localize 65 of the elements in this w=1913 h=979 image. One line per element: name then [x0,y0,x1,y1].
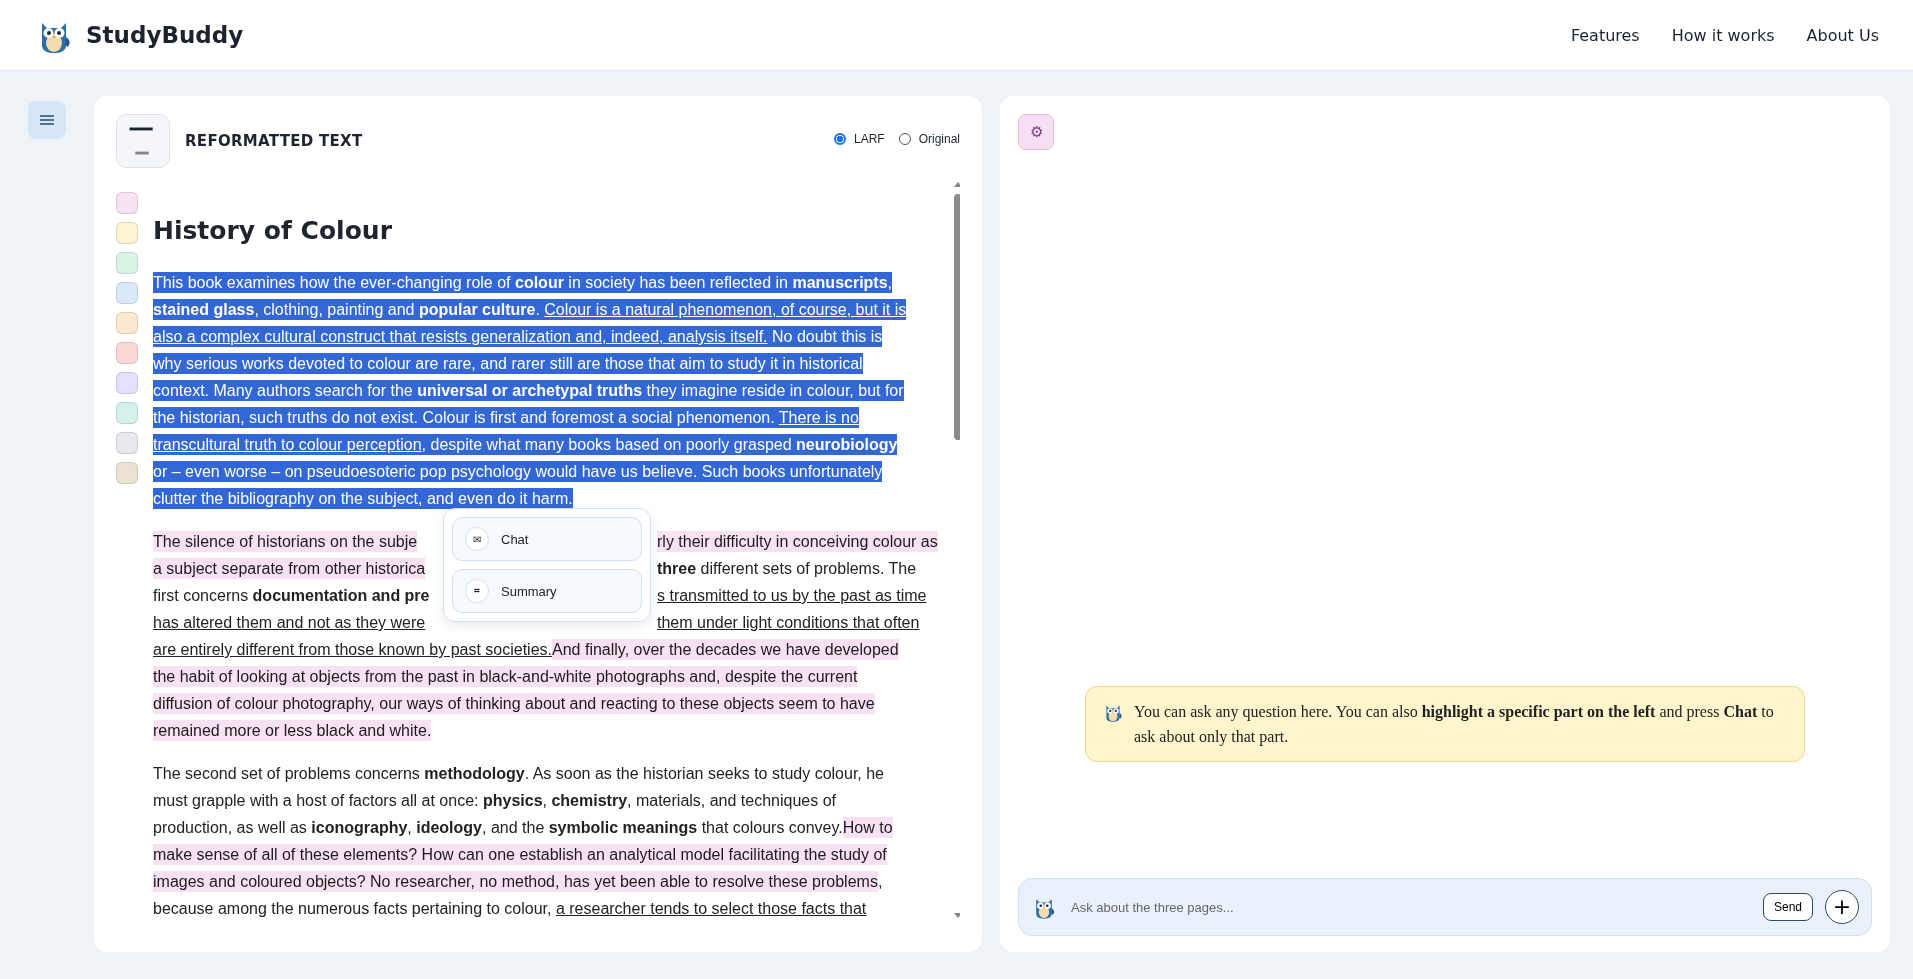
document-heading: History of Colour [153,216,393,245]
passage-text: The second set of problems concerns methodology. As soon as the historian seeks to study colour, he [153,764,884,784]
nav-link[interactable]: Features [1570,25,1640,45]
menu-button[interactable] [28,101,66,139]
nav-link[interactable]: About Us [1806,25,1879,45]
passage-text: The silence of historians on the subje [153,531,418,552]
highlight-swatch[interactable] [116,222,138,244]
passage-text: There is no [778,407,859,428]
passage-text: remained more or less black and white. [153,720,432,741]
passage-text: make sense of all of these elements? How can one establish an analytical model facilitating the study of [153,844,887,865]
panel-title: REFORMATTED TEXT [185,132,363,150]
add-button[interactable]: + [1825,890,1859,924]
highlight-swatch[interactable] [116,372,138,394]
passage-text: has altered them and not as they were [153,613,426,633]
document-icon [116,114,170,168]
nav-link[interactable]: How it works [1671,25,1775,45]
highlight-swatch[interactable] [116,252,138,274]
menu-icon [40,115,54,125]
passage-text: And finally, over the decades we have developed [552,639,899,660]
passage-text: them under light conditions that often [657,613,920,633]
passage-text: also a complex cultural construct that resists generalization and, indeed, analysis itself. [153,326,768,347]
passage-text: diffusion of colour photography, our ways of thinking about and reacting to these objects seem to have [153,693,875,714]
passage-text: the habit of looking at objects from the past in black-and-white photographs and, despite the current [153,666,858,687]
passage-text: This book examines how the ever-changing role of colour in society has been reflected in manuscripts, [153,272,893,293]
highlight-swatch[interactable] [116,282,138,304]
passage-text: because among the numerous facts pertaining to colour, [153,899,553,919]
passage-text: Colour is a natural phenomenon, of course, but it is [544,299,907,320]
passage-text: why serious works devoted to colour are rare, and rarer still are those that aim to study it in historical [153,353,863,374]
passage-text: images and coloured objects? No researcher, no method, has yet been able to resolve these problems [153,871,878,892]
highlight-swatch[interactable] [116,312,138,334]
passage-text: , [877,872,883,892]
passage-text: No doubt this is [767,326,883,347]
passage-text: production, as well as iconography, ideology, and the symbolic meanings that colours convey. [153,818,843,838]
passage-text: must grapple with a host of factors all at once: physics, chemistry, materials, and techniques of [153,791,837,811]
passage-text: rly their difficulty in conceiving colour as [657,531,938,552]
passage-text: clutter the bibliography on the subject, and even do it harm. [153,488,573,509]
passage-text: transcultural truth to colour perception [153,434,422,455]
passage-text: three different sets of problems. The [657,559,917,579]
passage-text: a researcher tends to select those facts that [555,899,867,919]
passage-text: are entirely different from those known by past societies. [153,640,552,660]
passage-text: first concerns documentation and pre [153,586,430,606]
chat-input-bar[interactable]: Ask about the three pages... Send + [1018,878,1872,936]
action-icon: ⌗ [465,579,489,603]
tip-text: You can ask any question here. You can also highlight a specific part on the left and press Chat to ask about only that part. [1134,702,1775,748]
action-icon: ✉ [465,527,489,551]
menu-action[interactable]: ✉ Chat [452,517,642,561]
highlight-swatch[interactable] [116,342,138,364]
highlight-swatch[interactable] [116,462,138,484]
passage-text: or – even worse – on pseudoesoteric pop psychology would have us believe. Such books unfortunately [153,461,883,482]
passage-text: a subject separate from other historica [153,558,426,579]
mode-radio[interactable]: Original [898,132,960,146]
mode-radio[interactable]: LARF [833,132,885,146]
highlight-swatch[interactable] [116,192,138,214]
menu-action[interactable]: ⌗ Summary [452,569,642,613]
passage-text: context. Many authors search for the universal or archetypal truths they imagine reside in colour, but for [153,380,904,401]
highlight-swatch[interactable] [116,402,138,424]
settings-button[interactable]: ⚙ [1018,114,1054,150]
brand-name: StudyBuddy [86,22,244,48]
passage-text: , despite what many books based on poorly grasped neurobiology [421,434,898,455]
send-button[interactable]: Send [1762,893,1813,921]
highlight-swatch[interactable] [116,432,138,454]
passage-text: s transmitted to us by the past as time [657,586,927,606]
passage-text: the historian, such truths do not exist. Colour is first and foremost a social phenomenon. [153,407,779,428]
passage-text: stained glass, clothing, painting and popular culture. [153,299,545,320]
passage-text: How to [842,817,893,838]
